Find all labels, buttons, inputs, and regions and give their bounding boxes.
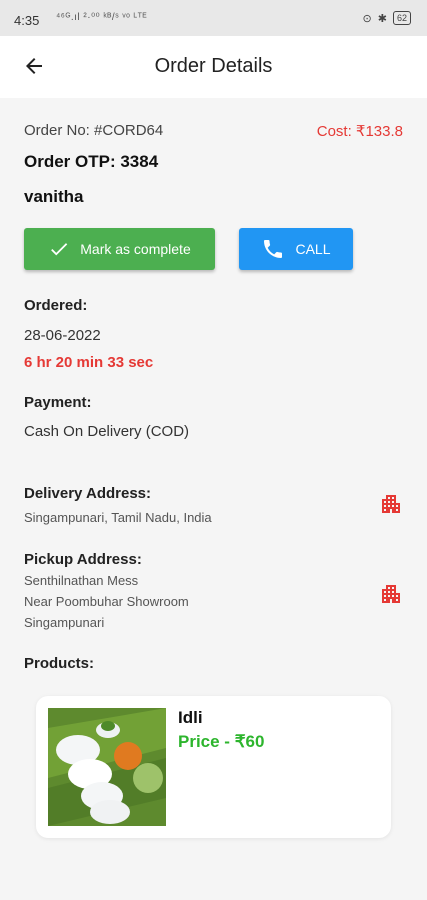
products-label: Products: <box>24 655 95 672</box>
ordered-label: Ordered: <box>24 297 88 314</box>
ordered-date: 28-06-2022 <box>24 327 101 344</box>
battery-icon: 62 <box>392 11 411 25</box>
customer-name: vanitha <box>24 187 84 206</box>
order-cost: Cost: ₹133.8 <box>316 123 403 140</box>
call-button[interactable]: CALL <box>239 228 353 270</box>
network-indicator: ⁴⁶ᴳ.ıl ²·⁰⁰ ᵏᴮ/ˢ ᵛᵒ ᴸᵀᴱ <box>56 12 148 23</box>
building-icon[interactable] <box>379 582 403 606</box>
product-price: Price - ₹60 <box>178 732 265 751</box>
pickup-address-line: Near Poombuhar Showroom <box>24 594 189 609</box>
checkmark-icon <box>51 243 68 256</box>
mark-complete-label: Mark as complete <box>80 241 191 257</box>
phone-icon <box>264 240 283 258</box>
product-name: Idli <box>178 708 203 727</box>
product-image <box>48 708 166 826</box>
pickup-address-line: Singampunari <box>24 615 105 630</box>
order-otp: Order OTP: 3384 <box>24 152 159 171</box>
status-time: 4:35 <box>14 13 40 28</box>
status-bar: 4:35 ⁴⁶ᴳ.ıl ²·⁰⁰ ᵏᴮ/ˢ ᵛᵒ ᴸᵀᴱ ⊙ ✱ 62 <box>0 0 427 36</box>
pickup-address-label: Pickup Address: <box>24 551 142 568</box>
delivery-address: Singampunari, Tamil Nadu, India <box>24 510 212 525</box>
call-label: CALL <box>295 241 331 257</box>
page-title: Order Details <box>154 55 273 77</box>
payment-method: Cash On Delivery (COD) <box>24 423 190 440</box>
status-icons: ⊙ ✱ 62 <box>363 11 411 25</box>
alarm-icon: ⊙ <box>362 12 372 25</box>
product-card[interactable]: Idli Price - ₹60 <box>36 696 391 838</box>
building-icon[interactable] <box>379 492 403 516</box>
order-number: Order No: #CORD64 <box>24 122 164 139</box>
payment-label: Payment: <box>24 394 92 411</box>
mark-complete-button[interactable]: Mark as complete <box>24 228 215 270</box>
pickup-address: Senthilnathan Mess Near Poombuhar Showro… <box>24 570 189 633</box>
app-bar: Order Details <box>0 36 427 98</box>
elapsed-timer: 6 hr 20 min 33 sec <box>24 354 154 371</box>
delivery-address-label: Delivery Address: <box>24 485 152 502</box>
bluetooth-icon: ✱ <box>377 12 387 25</box>
pickup-address-line: Senthilnathan Mess <box>24 573 139 588</box>
